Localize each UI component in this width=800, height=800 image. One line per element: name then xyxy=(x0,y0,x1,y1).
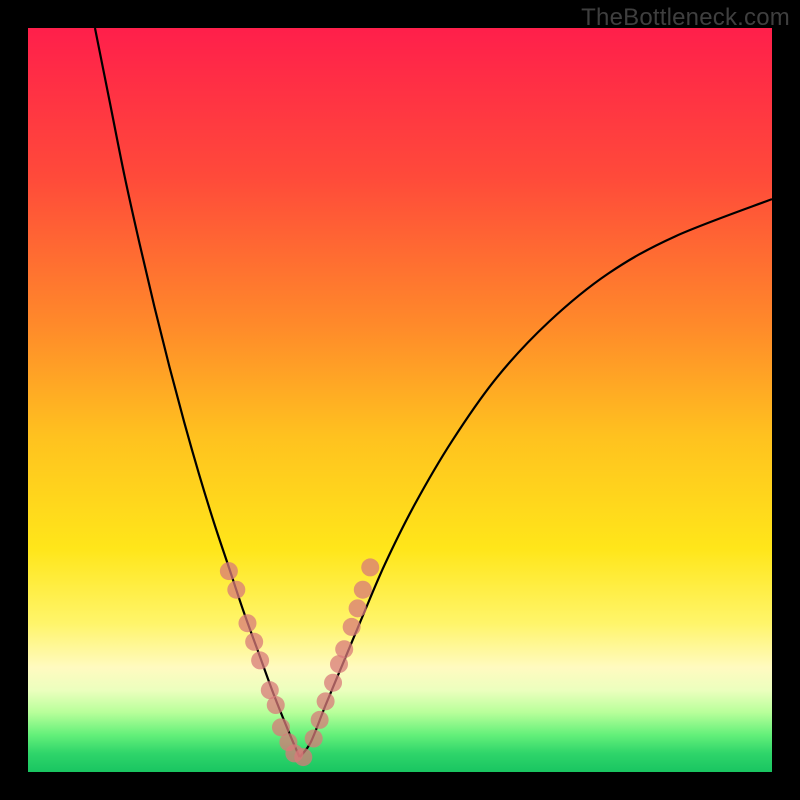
marker-point xyxy=(354,581,372,599)
marker-point xyxy=(245,633,263,651)
marker-point xyxy=(361,558,379,576)
marker-point xyxy=(311,711,329,729)
marker-point xyxy=(251,651,269,669)
marker-point xyxy=(238,614,256,632)
marker-point xyxy=(227,581,245,599)
marker-point xyxy=(317,692,335,710)
marker-point xyxy=(220,562,238,580)
chart-frame: TheBottleneck.com xyxy=(0,0,800,800)
marker-point xyxy=(324,674,342,692)
marker-point xyxy=(305,730,323,748)
chart-plot-area xyxy=(28,28,772,772)
marker-point xyxy=(294,748,312,766)
marker-point xyxy=(349,599,367,617)
marker-point xyxy=(335,640,353,658)
marker-point xyxy=(343,618,361,636)
chart-gradient-bg xyxy=(28,28,772,772)
marker-point xyxy=(267,696,285,714)
chart-svg xyxy=(28,28,772,772)
watermark-text: TheBottleneck.com xyxy=(581,4,790,32)
